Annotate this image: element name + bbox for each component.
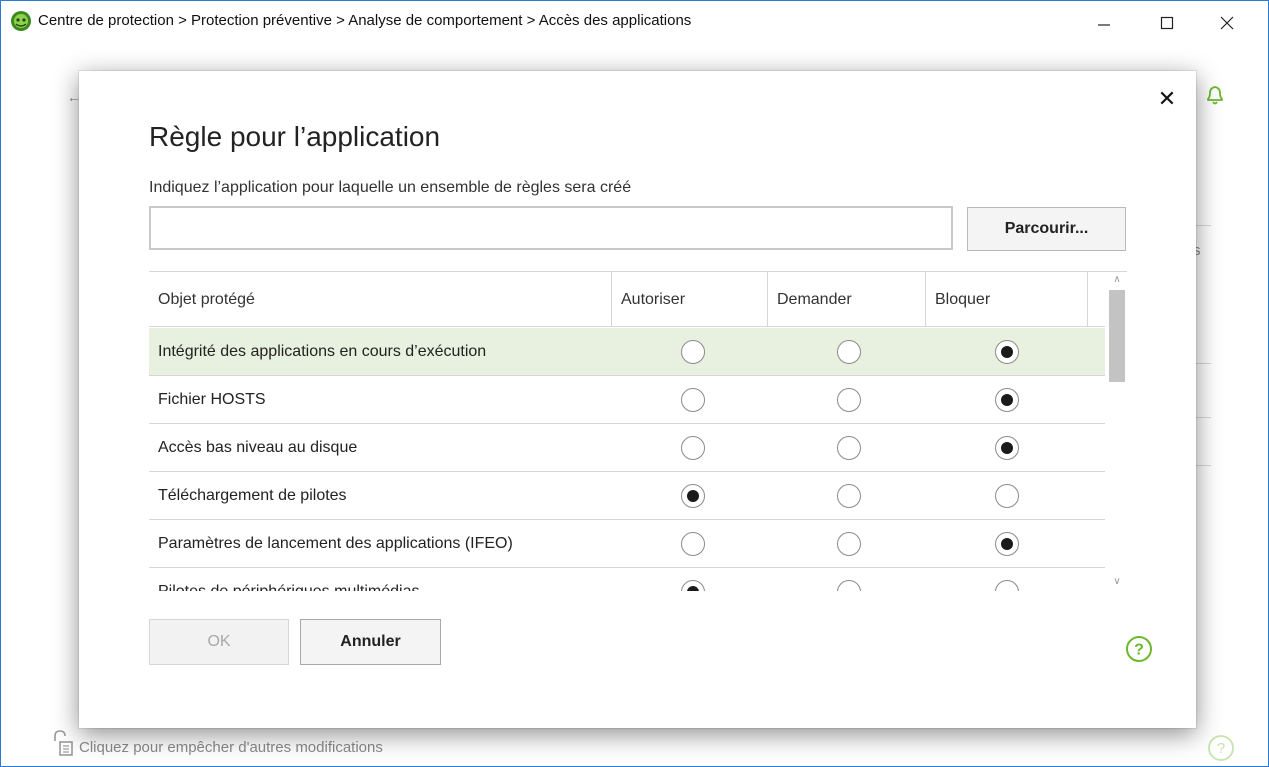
ask-radio[interactable] [837,484,861,508]
minimize-button[interactable] [1086,9,1122,37]
cancel-button[interactable]: Annuler [300,619,441,665]
svg-text:?: ? [1217,740,1225,757]
protected-object-name: Pilotes de périphériques multimédias [158,582,420,592]
close-icon [1220,16,1234,30]
allow-radio[interactable] [681,532,705,556]
column-header-spacer [1087,272,1105,327]
browse-button[interactable]: Parcourir... [967,207,1126,251]
protected-object-name: Téléchargement de pilotes [158,486,347,504]
column-header-protected-object: Objet protégé [158,290,255,308]
maximize-button[interactable] [1149,9,1185,37]
allow-radio[interactable] [681,436,705,460]
block-radio[interactable] [995,340,1019,364]
protected-object-name: Intégrité des applications en cours d’ex… [158,342,487,360]
scroll-up-icon[interactable]: ∧ [1107,274,1127,288]
allow-radio[interactable] [681,580,705,591]
block-radio[interactable] [995,484,1019,508]
dialog-close-button[interactable]: ✕ [1156,86,1178,111]
svg-text:?: ? [1134,642,1144,659]
notification-bell-icon[interactable] [1204,83,1226,107]
column-header-allow: Autoriser [611,272,767,327]
block-radio[interactable] [995,532,1019,556]
ok-button[interactable]: OK [149,619,289,665]
scroll-down-icon[interactable]: ∨ [1107,576,1127,590]
protected-object-name: Fichier HOSTS [158,390,266,408]
minimize-icon [1098,24,1110,26]
unlocked-padlock-icon[interactable] [52,729,74,757]
protected-object-name: Paramètres de lancement des applications… [158,534,513,552]
allow-radio[interactable] [681,484,705,508]
table-header: Objet protégé Autoriser Demander Bloquer [149,272,1105,327]
protected-object-name: Accès bas niveau au disque [158,438,358,456]
title-bar: Centre de protection > Protection préven… [1,1,1268,61]
column-header-ask: Demander [767,272,925,327]
ask-radio[interactable] [837,532,861,556]
table-row[interactable]: Paramètres de lancement des applications… [149,520,1105,568]
close-icon: ✕ [1157,86,1177,111]
breadcrumb-title: Centre de protection > Protection préven… [38,12,692,29]
block-radio[interactable] [995,436,1019,460]
column-header-block: Bloquer [925,272,1087,327]
table-row[interactable]: Intégrité des applications en cours d’ex… [149,328,1105,376]
table-row[interactable]: Accès bas niveau au disque [149,424,1105,472]
block-radio[interactable] [995,388,1019,412]
ask-radio[interactable] [837,436,861,460]
ask-radio[interactable] [837,340,861,364]
table-row[interactable]: Fichier HOSTS [149,376,1105,424]
table-scrollbar[interactable]: ∧ ∨ [1107,272,1127,591]
ask-radio[interactable] [837,580,861,591]
allow-radio[interactable] [681,340,705,364]
table-row[interactable]: Pilotes de périphériques multimédias [149,568,1105,591]
allow-radio[interactable] [681,388,705,412]
dialog-title: Règle pour l’application [149,121,441,152]
application-rule-dialog: ✕ Règle pour l’application Indiquez l’ap… [79,71,1196,728]
help-icon[interactable]: ? [1125,635,1153,663]
scroll-thumb[interactable] [1109,290,1125,382]
dr-web-spider-logo-icon [11,11,31,31]
window-close-button[interactable] [1209,9,1245,37]
application-path-input[interactable] [149,206,953,250]
help-icon[interactable]: ? [1207,734,1235,762]
lock-settings-label[interactable]: Cliquez pour empêcher d'autres modificat… [79,739,383,756]
dialog-subtitle: Indiquez l’application pour laquelle un … [149,179,632,196]
ask-radio[interactable] [837,388,861,412]
rules-table: Objet protégé Autoriser Demander Bloquer… [149,271,1127,591]
table-row[interactable]: Téléchargement de pilotes [149,472,1105,520]
maximize-icon [1160,16,1174,30]
block-radio[interactable] [995,580,1019,591]
